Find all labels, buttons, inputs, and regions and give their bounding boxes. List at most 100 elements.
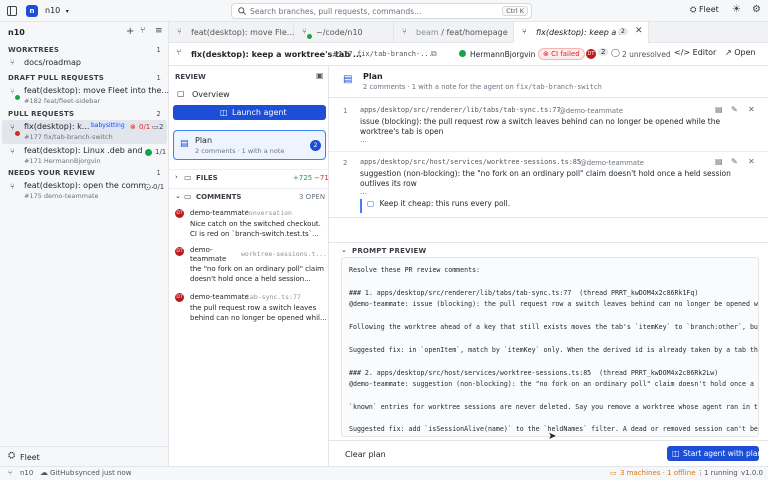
edit-icon[interactable]: ✎ xyxy=(731,157,738,166)
comment-item[interactable]: DT demo- worktree-sessions.t... teammate… xyxy=(169,244,329,288)
chevron-down-icon: ⌄ xyxy=(341,246,347,254)
entry-path[interactable]: apps/desktop/src/renderer/lib/tabs/tab-s… xyxy=(360,106,561,114)
worktree-item[interactable]: ⑂ docs/roadmap xyxy=(2,56,167,69)
section-count: 2 xyxy=(156,110,161,118)
comment-icon: ▭ xyxy=(184,192,192,201)
pr-item[interactable]: ⑂ fix(desktop): k... babysitting ⊗ 0/1 ▭… xyxy=(2,120,167,144)
prompt-preview-line xyxy=(349,334,758,345)
entry-number: 1 xyxy=(343,107,348,115)
branch-icon: ⑂ xyxy=(302,27,307,36)
sidebar-footer[interactable]: ⛭ Fleet xyxy=(0,446,169,466)
theme-toggle-icon[interactable]: ☀ xyxy=(732,4,741,15)
pr-number[interactable]: #177 xyxy=(332,50,353,59)
entry-path[interactable]: apps/desktop/src/host/services/worktree-… xyxy=(360,158,581,166)
status-running[interactable]: 1 running xyxy=(704,469,738,477)
add-icon[interactable]: + xyxy=(126,26,134,37)
note-icon[interactable]: ▤ xyxy=(715,105,723,114)
workspace-switcher[interactable]: n10 ▾ xyxy=(45,6,69,15)
prompt-preview-line: @demo-teammate: suggestion (non-blocking… xyxy=(349,379,754,388)
checks-count: 0/1 xyxy=(153,183,165,191)
chevron-right-icon: › xyxy=(175,173,178,181)
plan-entry[interactable]: 2 apps/desktop/src/host/services/worktre… xyxy=(329,154,768,218)
prompt-preview-header[interactable]: ⌄ PROMPT PREVIEW xyxy=(329,242,768,256)
prompt-preview-line: Resolve these PR review comments: xyxy=(349,266,481,274)
entry-author: @demo-teammate xyxy=(580,159,644,167)
branch-icon: ⑂ xyxy=(10,58,15,67)
draft-pr-item[interactable]: ⑂ feat(desktop): move Fleet into the... … xyxy=(2,84,170,108)
top-bar: n n10 ▾ Search branches, pull requests, … xyxy=(0,0,768,22)
remove-icon[interactable]: ✕ xyxy=(748,105,755,114)
note-text: Keep it cheap: this runs every poll. xyxy=(379,199,511,208)
additions-count: +725 xyxy=(293,174,313,182)
comment-line: the "no fork on an ordinary poll" claim xyxy=(190,265,324,273)
section-needs-review[interactable]: NEEDS YOUR REVIEW 1 xyxy=(0,167,169,179)
launch-icon: ◫ xyxy=(220,108,228,117)
entry-number: 2 xyxy=(343,159,348,167)
settings-gear-icon[interactable]: ⚙ xyxy=(752,4,761,15)
fleet-button[interactable]: ⛭ Fleet xyxy=(690,5,719,15)
plan-title: Plan xyxy=(363,72,383,81)
remove-icon[interactable]: ✕ xyxy=(748,157,755,166)
plan-icon: ▤ xyxy=(343,74,353,85)
sidebar-toggle-icon[interactable] xyxy=(7,6,17,16)
section-label: DRAFT PULL REQUESTS xyxy=(8,74,105,82)
comment-item[interactable]: DT demo-teammate tab-sync.ts:77 the pull… xyxy=(169,290,329,326)
open-button[interactable]: ↗ Open xyxy=(725,48,756,57)
branch-icon[interactable]: ⑂ xyxy=(140,26,145,36)
comment-author: demo-teammate xyxy=(190,293,249,301)
comment-item[interactable]: DT demo-teammate Conversation Nice catch… xyxy=(169,206,329,242)
tab-fleet-sidebar[interactable]: ⑂ feat(desktop): move Fle... xyxy=(169,22,294,43)
tab-label: feat(desktop): move Fle... xyxy=(191,28,295,37)
review-item[interactable]: ⑂ feat(desktop): open the comm... ○ 0/1 … xyxy=(2,179,167,203)
start-agent-button[interactable]: ◫ Start agent with plan xyxy=(667,446,762,461)
pr-item[interactable]: ⑂ feat(desktop): Linux .deb and ... 1/1 … xyxy=(2,144,167,168)
tab-n10[interactable]: ⑂ ~/code/n10 xyxy=(294,22,394,43)
unresolved-count[interactable]: 2 unresolved xyxy=(622,50,671,59)
pr-branch: fix/tab-branch-... xyxy=(357,50,433,58)
copy-icon[interactable]: ⧉ xyxy=(431,49,437,59)
ci-status-badge[interactable]: ⊗ CI failed xyxy=(538,48,585,60)
overview-button[interactable]: ▢ Overview xyxy=(173,87,325,102)
entry-more: ... xyxy=(360,187,368,196)
launch-label: Launch agent xyxy=(232,108,287,117)
tab-fix-desktop[interactable]: ⑂ fix(desktop): keep a ... 2 ✕ xyxy=(514,22,649,44)
prompt-preview-line: @demo-teammate: issue (blocking): the pu… xyxy=(349,300,758,309)
prompt-preview-line xyxy=(349,391,758,402)
pr-icon: ⑂ xyxy=(177,27,182,36)
workspace-name: n10 xyxy=(45,6,61,15)
panel-layout-icon[interactable]: ▣ xyxy=(316,71,324,80)
prompt-preview-line xyxy=(349,277,758,288)
prompt-preview-box[interactable]: Resolve these PR review comments: ### 1.… xyxy=(341,257,759,437)
clear-plan-button[interactable]: Clear plan xyxy=(345,450,386,459)
entry-line: worktree's tab is open xyxy=(360,127,444,136)
section-pull-requests[interactable]: PULL REQUESTS 2 xyxy=(0,108,169,120)
launch-agent-button[interactable]: ◫ Launch agent xyxy=(173,105,326,120)
comments-section[interactable]: ⌄ ▭ COMMENTS 3 OPEN xyxy=(169,188,329,202)
close-icon[interactable]: ✕ xyxy=(635,26,643,36)
comments-open-count: 3 OPEN xyxy=(299,193,326,201)
section-label: WORKTREES xyxy=(8,46,60,54)
plan-entry[interactable]: 1 apps/desktop/src/renderer/lib/tabs/tab… xyxy=(329,102,768,152)
files-label: FILES xyxy=(196,174,218,182)
sidebar-title: n10 xyxy=(8,28,25,37)
pr-author[interactable]: HermannBjorgvin xyxy=(470,50,535,59)
plan-card[interactable]: ▤ Plan 2 comments · 1 with a note 2 xyxy=(173,130,326,160)
tab-beam-homepage[interactable]: ⑂ beam / feat/homepage xyxy=(394,22,514,43)
status-machines[interactable]: 3 machines · 1 offline xyxy=(620,469,696,477)
note-icon[interactable]: ▤ xyxy=(715,157,723,166)
plan-header: ▤ Plan 2 comments · 1 with a note for th… xyxy=(329,66,768,98)
pr-title: feat(desktop): move Fleet into the... xyxy=(24,86,170,95)
checks-count: 0/1 xyxy=(139,123,151,131)
files-section[interactable]: › ▭ FILES +725 −71 xyxy=(169,169,329,183)
section-worktrees[interactable]: WORKTREES 1 xyxy=(0,44,169,56)
fleet-footer-label: Fleet xyxy=(20,453,40,462)
status-branch[interactable]: n10 xyxy=(20,469,33,477)
search-input[interactable]: Search branches, pull requests, commands… xyxy=(231,3,532,19)
pr-title: feat(desktop): Linux .deb and ... xyxy=(24,146,153,155)
filter-icon[interactable]: ≡ xyxy=(155,26,163,36)
pr-sub: #177 fix/tab-branch-switch xyxy=(24,133,113,141)
edit-icon[interactable]: ✎ xyxy=(731,105,738,114)
plan-sub-branch: fix/tab-branch-switch xyxy=(515,83,602,91)
editor-button[interactable]: </> Editor xyxy=(674,48,716,57)
section-draft[interactable]: DRAFT PULL REQUESTS 1 xyxy=(0,72,169,84)
